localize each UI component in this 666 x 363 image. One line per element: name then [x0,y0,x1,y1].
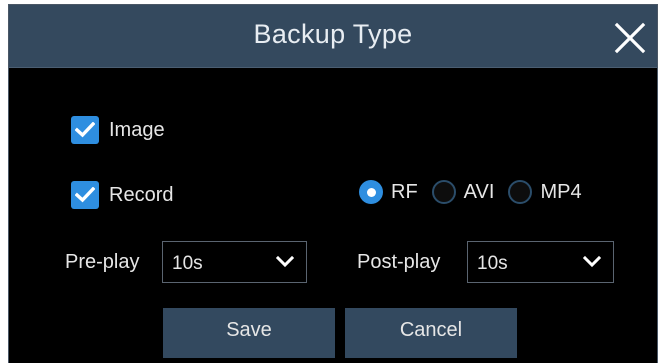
image-label: Image [109,118,165,141]
radio-mp4-indicator[interactable] [508,180,533,204]
radio-avi[interactable]: AVI [431,180,495,204]
radio-avi-indicator[interactable] [431,180,456,204]
cancel-button[interactable]: Cancel [345,308,517,358]
dialog-titlebar: Backup Type [9,5,657,68]
radio-rf-indicator[interactable] [359,180,383,204]
radio-mp4[interactable]: MP4 [508,180,582,204]
record-label: Record [109,183,174,206]
backup-type-dialog: Backup Type Image Record RF AVI MP4 Pre-… [8,4,658,363]
preplay-select[interactable]: 10s [162,241,307,283]
image-checkbox[interactable] [71,116,99,144]
postplay-select[interactable]: 10s [467,241,614,283]
postplay-value: 10s [477,253,508,274]
save-button[interactable]: Save [163,308,335,358]
checkmark-icon [75,187,95,203]
dialog-title: Backup Type [253,19,413,49]
format-radio-group: RF AVI MP4 [359,180,596,204]
postplay-label: Post-play [357,251,441,273]
checkmark-icon [75,122,95,138]
chevron-down-icon [276,255,294,268]
chevron-down-icon [583,255,601,268]
image-option[interactable]: Image [71,116,165,144]
radio-mp4-label: MP4 [540,180,582,203]
record-option[interactable]: Record [71,181,173,209]
radio-avi-label: AVI [463,180,495,203]
preplay-label: Pre-play [65,251,140,273]
radio-rf-label: RF [391,180,418,203]
close-icon[interactable] [613,21,647,55]
radio-rf[interactable]: RF [359,180,418,204]
preplay-value: 10s [172,253,203,274]
record-checkbox[interactable] [71,181,99,209]
